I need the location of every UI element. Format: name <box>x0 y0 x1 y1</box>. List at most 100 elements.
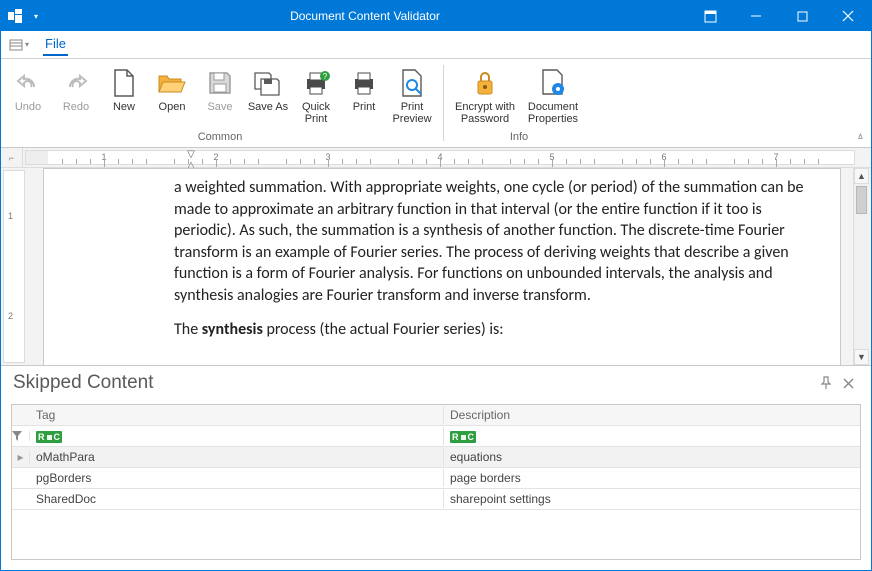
new-icon <box>108 67 140 99</box>
open-label: Open <box>159 101 186 127</box>
ribbon-group-info: Encrypt with Password Document Propertie… <box>448 59 590 147</box>
paragraph-text: process (the actual Fourier series) is: <box>263 320 504 339</box>
save-label: Save <box>207 101 232 127</box>
skipped-content-grid: Tag Description RC RC ▸oMathParaequation… <box>11 404 861 560</box>
ruler-corner[interactable]: ⌐ <box>1 148 23 167</box>
document-page[interactable]: a weighted summation. With appropriate w… <box>43 168 841 365</box>
scroll-thumb[interactable] <box>856 186 867 214</box>
new-button[interactable]: New <box>101 63 147 129</box>
ribbon-group-common-label: Common <box>198 131 243 145</box>
save-as-icon <box>252 67 284 99</box>
bold-text: synthesis <box>202 320 263 339</box>
redo-button[interactable]: Redo <box>53 63 99 129</box>
print-preview-label: Print Preview <box>392 101 431 127</box>
open-button[interactable]: Open <box>149 63 195 129</box>
scroll-down-icon[interactable]: ▼ <box>854 349 869 365</box>
quick-print-label: Quick Print <box>302 101 330 127</box>
filter-chip-label: C <box>54 432 61 442</box>
save-as-button[interactable]: Save As <box>245 63 291 129</box>
save-as-label: Save As <box>248 101 288 127</box>
scroll-up-icon[interactable]: ▲ <box>854 168 869 184</box>
ruler-number: 1 <box>8 211 13 221</box>
row-indicator-icon: ▸ <box>12 450 30 464</box>
grid-header-tag[interactable]: Tag <box>30 406 444 424</box>
doc-properties-icon <box>537 67 569 99</box>
grid-filter-row: RC RC <box>12 426 860 447</box>
document-viewport[interactable]: a weighted summation. With appropriate w… <box>25 168 871 365</box>
encrypt-button[interactable]: Encrypt with Password <box>452 63 518 129</box>
maximize-button[interactable] <box>779 1 825 31</box>
panel-header: Skipped Content <box>1 366 871 398</box>
ruler-number: 2 <box>8 311 13 321</box>
paragraph-text: a weighted summation. With appropriate w… <box>174 178 803 305</box>
filter-chip: RC <box>450 431 476 443</box>
vertical-scrollbar[interactable]: ▲ ▼ <box>853 168 869 365</box>
table-row[interactable]: SharedDocsharepoint settings <box>12 489 860 510</box>
table-row[interactable]: ▸oMathParaequations <box>12 447 860 468</box>
document-area: 12 a weighted summation. With appropriat… <box>1 168 871 365</box>
ribbon-group-info-label: Info <box>510 131 528 145</box>
ruler-row: ⌐ ▽△ 1234567 <box>1 148 871 168</box>
save-icon <box>204 67 236 99</box>
grid-filter-description[interactable]: RC <box>444 427 860 445</box>
grid-header-description[interactable]: Description <box>444 406 860 424</box>
minimize-button[interactable] <box>733 1 779 31</box>
collapse-ribbon-icon[interactable]: ㅿ <box>856 128 865 143</box>
undo-button[interactable]: Undo <box>5 63 51 129</box>
grid-filter-tag[interactable]: RC <box>30 427 444 445</box>
ribbon-group-common: Undo Redo New Open <box>1 59 439 147</box>
cell-tag[interactable]: oMathPara <box>30 448 444 466</box>
paragraph[interactable]: a weighted summation. With appropriate w… <box>174 177 812 307</box>
paragraph[interactable]: The synthesis process (the actual Fourie… <box>174 319 812 341</box>
window-title: Document Content Validator <box>43 9 687 23</box>
redo-label: Redo <box>63 101 89 127</box>
doc-properties-label: Document Properties <box>528 101 578 127</box>
print-button[interactable]: Print <box>341 63 387 129</box>
vertical-ruler[interactable]: 12 <box>3 170 25 363</box>
cell-tag[interactable]: pgBorders <box>30 469 444 487</box>
table-row[interactable]: pgBorderspage borders <box>12 468 860 489</box>
encrypt-label: Encrypt with Password <box>455 101 515 127</box>
print-preview-icon <box>396 67 428 99</box>
tab-strip: ▾ File <box>1 31 871 59</box>
undo-icon <box>12 67 44 99</box>
quick-print-button[interactable]: ? Quick Print <box>293 63 339 129</box>
cell-tag[interactable]: SharedDoc <box>30 490 444 508</box>
panel-title: Skipped Content <box>13 372 815 394</box>
print-icon <box>348 67 380 99</box>
horizontal-ruler[interactable]: ▽△ 1234567 <box>25 150 855 165</box>
filter-chip: RC <box>36 431 62 443</box>
cell-description[interactable]: equations <box>444 448 860 466</box>
pin-icon[interactable] <box>815 372 837 394</box>
ribbon-separator <box>443 65 444 141</box>
new-label: New <box>113 101 135 127</box>
print-preview-button[interactable]: Print Preview <box>389 63 435 129</box>
grid-header: Tag Description <box>12 405 860 426</box>
title-bar: ▾ Document Content Validator <box>1 1 871 31</box>
ribbon-display-options-button[interactable] <box>687 1 733 31</box>
filter-chip-label: C <box>468 432 475 442</box>
ribbon: Undo Redo New Open <box>1 59 871 148</box>
undo-label: Undo <box>15 101 41 127</box>
filter-chip-label: R <box>38 432 45 442</box>
qat-dropdown-icon[interactable]: ▾ <box>29 1 43 31</box>
lock-icon <box>469 67 501 99</box>
cell-description[interactable]: page borders <box>444 469 860 487</box>
close-panel-icon[interactable] <box>837 372 859 394</box>
svg-text:?: ? <box>323 72 328 81</box>
filter-icon[interactable] <box>12 431 30 441</box>
qat-customize-icon[interactable]: ▾ <box>9 38 29 52</box>
app-icon <box>1 1 29 31</box>
filter-chip-label: R <box>452 432 459 442</box>
doc-properties-button[interactable]: Document Properties <box>520 63 586 129</box>
print-label: Print <box>353 101 376 127</box>
paragraph-text: The <box>174 320 202 339</box>
tab-file[interactable]: File <box>43 34 68 56</box>
save-button[interactable]: Save <box>197 63 243 129</box>
close-button[interactable] <box>825 1 871 31</box>
open-icon <box>156 67 188 99</box>
redo-icon <box>60 67 92 99</box>
cell-description[interactable]: sharepoint settings <box>444 490 860 508</box>
scroll-track[interactable] <box>854 184 869 349</box>
grid-empty-area <box>12 510 860 559</box>
